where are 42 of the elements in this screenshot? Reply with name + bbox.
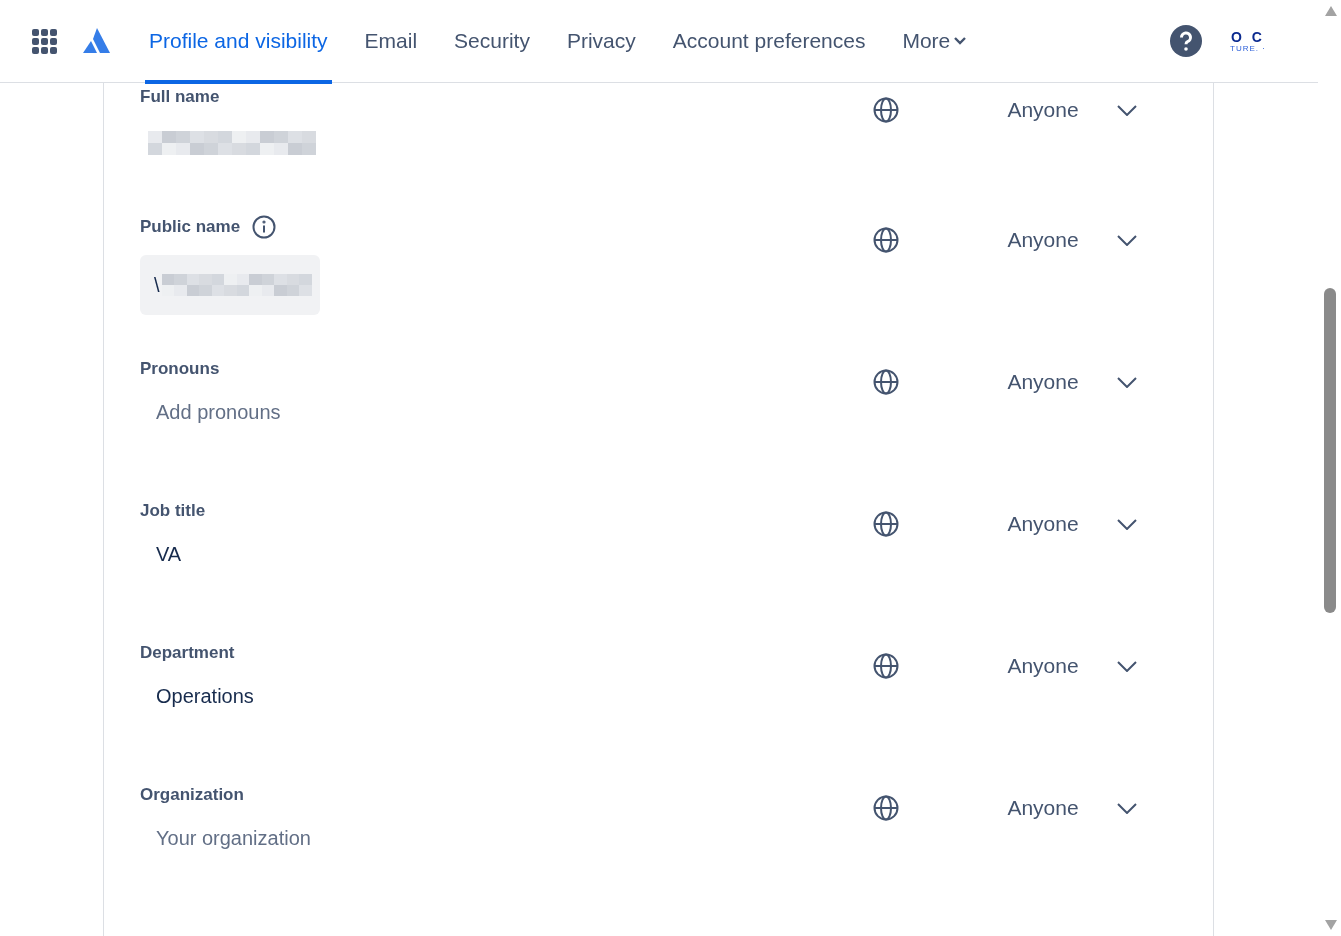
app-switcher-icon[interactable] [32,28,57,54]
nav-tab[interactable]: Security [451,0,533,83]
chevron-down-icon [1117,104,1137,116]
field-value: \ [154,273,160,297]
nav-tab[interactable]: Account preferences [669,0,869,83]
field-label: Full name [140,87,220,107]
globe-icon [873,795,899,821]
field-label: Pronouns [140,359,220,379]
globe-icon [873,511,899,537]
field-label: Department [140,643,235,663]
chevron-down-icon [954,37,967,45]
nav-tab[interactable]: Privacy [563,0,639,83]
field-value[interactable]: VA [140,539,198,573]
chevron-down-icon [1117,234,1137,246]
field-label: Public name [140,217,241,237]
field-value[interactable]: Operations [140,681,270,715]
visibility-select[interactable]: Anyone [899,370,1137,394]
visibility-select[interactable]: Anyone [899,228,1137,252]
nav-tab[interactable]: Profile and visibility [146,0,331,83]
nav-tab[interactable]: Email [361,0,421,83]
visibility-select[interactable]: Anyone [899,796,1137,820]
globe-icon [873,227,899,253]
field-placeholder[interactable]: Your organization [140,823,327,857]
visibility-select[interactable]: Anyone [899,98,1137,122]
public-name-field[interactable]: \ [140,255,320,315]
globe-icon [873,97,899,123]
logo-icon[interactable] [83,28,110,54]
field-label: Organization [140,785,244,805]
info-icon[interactable] [252,215,277,239]
more-menu[interactable]: More [899,29,970,53]
field-placeholder[interactable]: Add pronouns [140,397,297,431]
chevron-down-icon [1117,802,1137,814]
chevron-down-icon [1117,660,1137,672]
visibility-select[interactable]: Anyone [899,654,1137,678]
chevron-down-icon [1117,376,1137,388]
globe-icon [873,653,899,679]
globe-icon [873,369,899,395]
help-icon[interactable] [1170,25,1202,57]
avatar[interactable]: O C TURE. · [1228,29,1268,53]
chevron-down-icon [1117,518,1137,530]
field-label: Job title [140,501,206,521]
visibility-select[interactable]: Anyone [899,512,1137,536]
